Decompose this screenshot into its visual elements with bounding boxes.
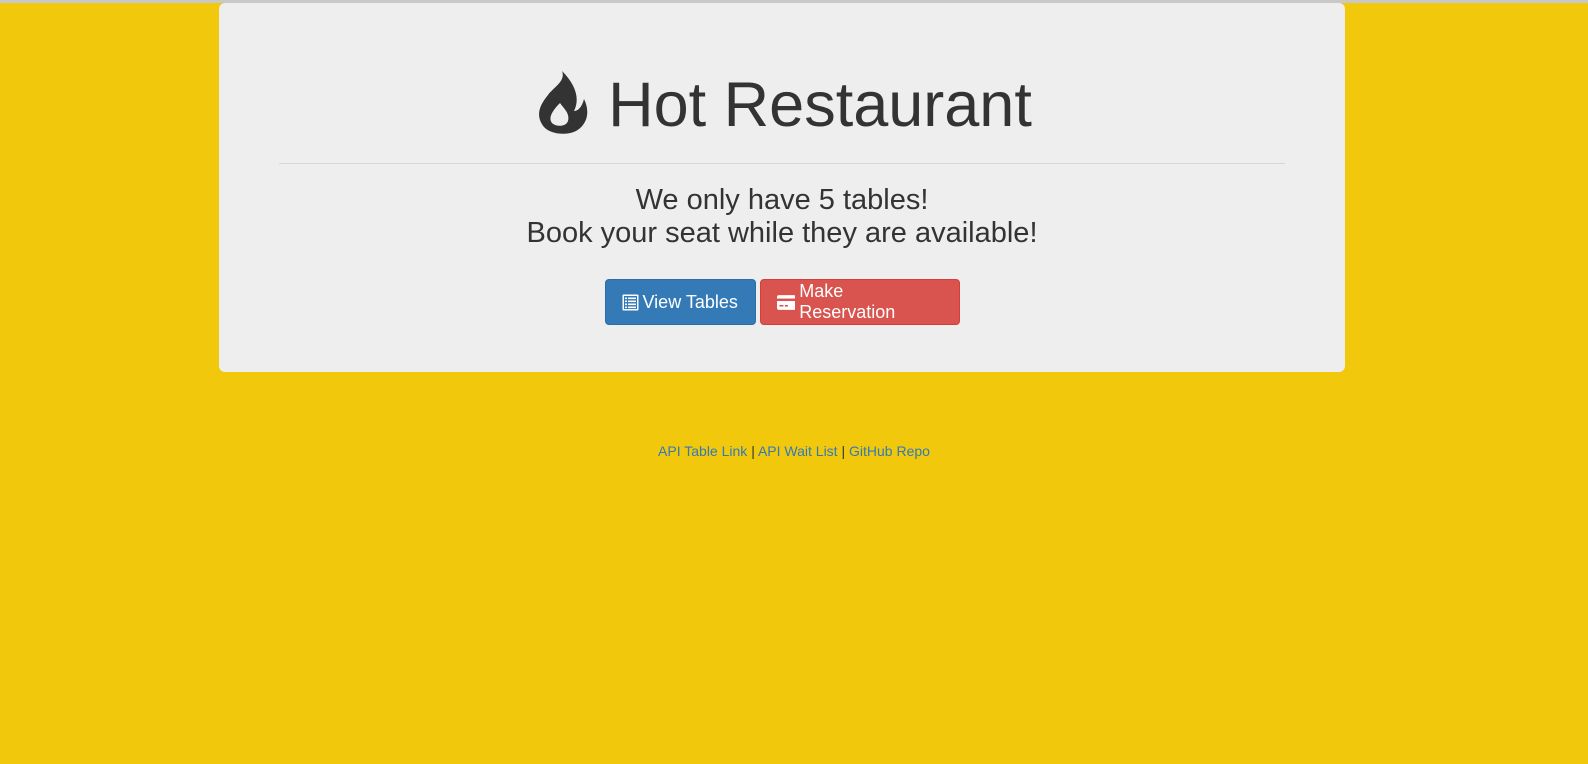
divider: [279, 163, 1285, 164]
jumbotron: Hot Restaurant We only have 5 tables! Bo…: [219, 3, 1345, 372]
make-reservation-button[interactable]: Make Reservation: [759, 279, 960, 325]
footer-separator: |: [751, 443, 755, 459]
api-table-link[interactable]: API Table Link: [658, 443, 747, 459]
github-repo-link[interactable]: GitHub Repo: [849, 443, 930, 459]
footer-separator: |: [841, 443, 846, 459]
view-tables-button[interactable]: View Tables: [604, 279, 756, 325]
list-alt-icon: [622, 294, 638, 310]
tagline-line-1: We only have 5 tables!: [635, 184, 929, 216]
view-tables-label: View Tables: [642, 291, 738, 312]
action-buttons: View Tables Make Reservation: [219, 279, 1345, 325]
api-wait-list-link[interactable]: API Wait List: [758, 443, 838, 459]
title-row: Hot Restaurant: [219, 65, 1345, 145]
fire-icon: [539, 71, 588, 134]
tagline: We only have 5 tables! Book your seat wh…: [219, 184, 1345, 250]
tagline-line-2: Book your seat while they are available!: [526, 217, 1038, 249]
make-reservation-label: Make Reservation: [799, 281, 896, 322]
page-title: Hot Restaurant: [608, 70, 1032, 140]
footer-links: API Table Link | API Wait List | GitHub …: [0, 442, 1588, 460]
credit-card-icon: [776, 294, 796, 310]
